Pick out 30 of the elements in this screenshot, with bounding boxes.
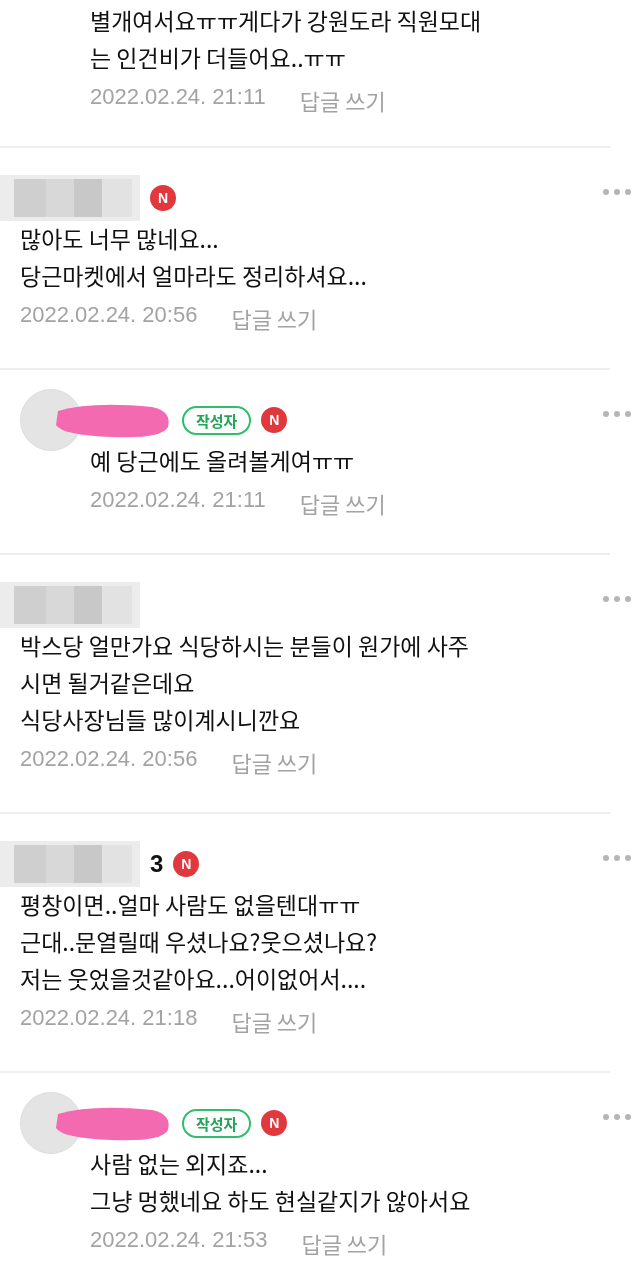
more-icon[interactable]	[602, 854, 632, 862]
reply-link[interactable]: 답글 쓰기	[299, 487, 386, 519]
comment-date: 2022.02.24. 21:11	[90, 487, 266, 514]
comment-text: 별개여서요ㅠㅠ게다가 강원도라 직원모대 는 인건비가 더들어요..ㅠㅠ	[90, 2, 483, 76]
comment-text: 많아도 너무 많네요... 당근마켓에서 얼마라도 정리하셔요...	[20, 220, 368, 294]
comment-date: 2022.02.24. 21:11	[90, 84, 266, 111]
author-badge: 작성자	[182, 1108, 252, 1138]
new-badge: N	[150, 185, 176, 211]
comment-text: 박스당 얼만가요 식당하시는 분들이 원가에 사주 시면 될거같은데요 식당사장님들 많이계시니깐요	[20, 627, 470, 738]
user-name[interactable]: 3	[150, 850, 164, 878]
comment-text: 평창이면..얼마 사람도 없을텐대ㅠㅠ 근대..문열릴때 우셨나요?웃으셨나요? 저는 웃었을것같아요...어이없어서....	[20, 886, 379, 997]
comment-date: 2022.02.24. 21:18	[20, 1005, 198, 1032]
new-badge: N	[261, 1110, 288, 1136]
reply-link[interactable]: 답글 쓰기	[301, 1227, 388, 1259]
comment-text: 사람 없는 외지죠... 그냥 멍했네요 하도 현실같지가 않아서요	[90, 1145, 472, 1219]
author-badge: 작성자	[182, 405, 252, 435]
comment-date: 2022.02.24. 21:53	[90, 1227, 268, 1254]
comment-text: 예 당근에도 올려볼게여ㅠㅠ	[90, 442, 356, 479]
reply-link[interactable]: 답글 쓰기	[231, 302, 318, 334]
comment-date: 2022.02.24. 20:56	[20, 302, 198, 329]
more-icon[interactable]	[602, 1113, 632, 1121]
more-icon[interactable]	[602, 595, 632, 603]
comment-date: 2022.02.24. 20:56	[20, 746, 198, 773]
new-badge: N	[261, 407, 288, 433]
more-icon[interactable]	[602, 410, 632, 418]
reply-link[interactable]: 답글 쓰기	[231, 746, 318, 778]
new-badge: N	[173, 851, 200, 877]
more-icon[interactable]	[602, 188, 632, 196]
reply-link[interactable]: 답글 쓰기	[231, 1005, 318, 1037]
reply-link[interactable]: 답글 쓰기	[299, 84, 386, 116]
